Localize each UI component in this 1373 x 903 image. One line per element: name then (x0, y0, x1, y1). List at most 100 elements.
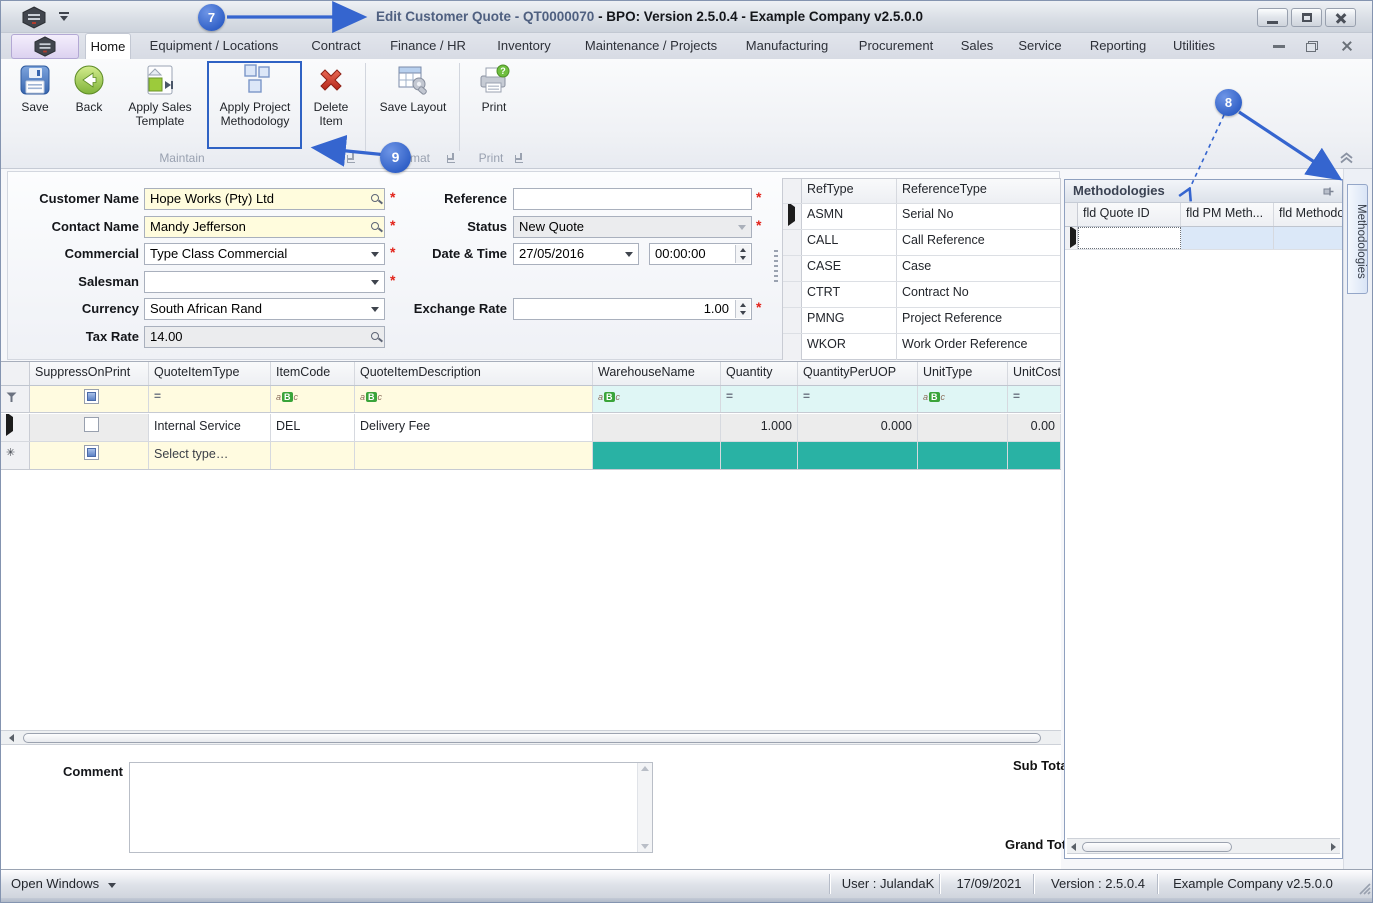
tab-procurement[interactable]: Procurement (851, 33, 941, 59)
table-row[interactable]: PMNG Project Reference (783, 308, 1060, 334)
spinner-down-icon[interactable] (740, 255, 746, 260)
new-cell-quoteitemdescription[interactable] (355, 442, 593, 469)
mdi-minimize-button[interactable] (1273, 33, 1285, 59)
currency-dropdown[interactable]: South African Rand (144, 298, 385, 320)
column-header-quoteitemdescription[interactable]: QuoteItemDescription (355, 362, 593, 385)
filter-itemcode[interactable]: aBc (271, 386, 355, 412)
column-header-unitcost[interactable]: UnitCost (1008, 362, 1061, 385)
customer-name-field[interactable]: Hope Works (Pty) Ltd (144, 188, 385, 210)
column-header-warehousename[interactable]: WarehouseName (593, 362, 721, 385)
filter-quoteitemdescription[interactable]: aBc (355, 386, 593, 412)
spinner-up-icon[interactable] (740, 303, 746, 308)
save-button[interactable]: Save (11, 63, 59, 114)
column-header-quoteitemtype[interactable]: QuoteItemType (149, 362, 271, 385)
methodologies-dock-tab[interactable]: Methodologies (1347, 184, 1368, 294)
filter-quantity[interactable]: = (721, 386, 798, 412)
abc-filter-icon[interactable]: aBc (923, 392, 945, 402)
methodologies-new-row[interactable] (1065, 227, 1342, 250)
filter-unitcost[interactable]: = (1008, 386, 1061, 412)
checkbox-indeterminate-icon[interactable] (84, 445, 99, 461)
dialog-launcher-icon[interactable] (447, 155, 455, 163)
scroll-left-icon[interactable] (9, 734, 14, 742)
checkbox-indeterminate-icon[interactable] (84, 389, 99, 405)
filter-quantityperuop[interactable]: = (798, 386, 918, 412)
tab-manufacturing[interactable]: Manufacturing (739, 33, 835, 59)
methodologies-panel-header[interactable]: Methodologies (1065, 180, 1342, 203)
abc-filter-icon[interactable]: aBc (276, 392, 298, 402)
cell-quoteitemtype[interactable]: Internal Service (149, 414, 271, 441)
tab-sales[interactable]: Sales (955, 33, 999, 59)
column-header-reftype[interactable]: RefType (802, 179, 897, 203)
filter-quoteitemtype[interactable]: = (149, 386, 271, 412)
time-spinner[interactable] (735, 245, 750, 263)
column-header-unittype[interactable]: UnitType (918, 362, 1008, 385)
chevron-down-icon[interactable] (367, 300, 383, 318)
methodologies-hscrollbar[interactable] (1067, 838, 1340, 854)
apply-sales-template-button[interactable]: Apply Sales Template (117, 63, 203, 128)
contact-name-field[interactable]: Mandy Jefferson (144, 216, 385, 238)
spinner-up-icon[interactable] (740, 248, 746, 253)
tax-rate-field[interactable]: 14.00 (144, 326, 385, 348)
exchange-rate-field[interactable]: 1.00 (513, 298, 752, 320)
search-icon[interactable] (371, 194, 379, 202)
methodologies-cell-quote-id[interactable] (1078, 227, 1181, 249)
filter-suppressonprint[interactable] (30, 386, 149, 412)
column-header-fld-quote-id[interactable]: fld Quote ID (1078, 203, 1181, 226)
table-row[interactable]: WKOR Work Order Reference (783, 334, 1060, 360)
chevron-down-icon[interactable] (621, 245, 637, 263)
reference-field[interactable] (513, 188, 752, 210)
filter-row[interactable]: = aBc aBc aBc = = aBc = (1, 386, 1061, 413)
table-row[interactable]: CTRT Contract No (783, 282, 1060, 308)
chevron-down-icon[interactable] (367, 245, 383, 263)
cell-unitcost[interactable]: 0.00 (1008, 414, 1061, 441)
collapse-panel-chevron-icon[interactable] (1338, 151, 1355, 165)
equals-filter-icon[interactable]: = (726, 389, 733, 403)
date-field[interactable]: 27/05/2016 (513, 243, 639, 265)
column-header-quantity[interactable]: Quantity (721, 362, 798, 385)
checkbox-unchecked-icon[interactable] (84, 417, 99, 433)
scrollbar-thumb[interactable] (23, 733, 1041, 743)
table-row[interactable]: ASMN Serial No (783, 204, 1060, 230)
equals-filter-icon[interactable]: = (154, 389, 161, 403)
new-cell-unitcost[interactable] (1008, 442, 1061, 469)
new-item-row[interactable]: ✳ Select type… (1, 442, 1061, 470)
column-header-quantityperuop[interactable]: QuantityPerUOP (798, 362, 918, 385)
cell-quoteitemdescription[interactable]: Delivery Fee (355, 414, 593, 441)
filter-warehousename[interactable]: aBc (593, 386, 721, 412)
cell-warehousename[interactable] (593, 414, 721, 441)
qat-dropdown-icon[interactable] (59, 12, 69, 14)
new-cell-suppressonprint[interactable] (30, 442, 149, 469)
tab-maintenance-projects[interactable]: Maintenance / Projects (575, 33, 727, 59)
delete-item-button[interactable]: Delete Item (304, 63, 358, 128)
tab-equipment-locations[interactable]: Equipment / Locations (139, 33, 289, 59)
tab-service[interactable]: Service (1011, 33, 1069, 59)
search-icon[interactable] (371, 222, 379, 230)
methodologies-cell-pm-meth[interactable] (1181, 227, 1274, 249)
tab-utilities[interactable]: Utilities (1165, 33, 1223, 59)
search-icon[interactable] (371, 332, 379, 340)
methodologies-cell-methodo[interactable] (1274, 227, 1342, 249)
maximize-button[interactable] (1291, 8, 1322, 27)
spinner-down-icon[interactable] (740, 310, 746, 315)
equals-filter-icon[interactable]: = (1013, 389, 1020, 403)
comment-scrollbar[interactable] (637, 763, 652, 852)
scrollbar-thumb[interactable] (1082, 841, 1232, 852)
resize-grip-icon[interactable] (1358, 882, 1371, 895)
minimize-button[interactable] (1257, 8, 1288, 27)
abc-filter-icon[interactable]: aBc (598, 392, 620, 402)
tab-finance-hr[interactable]: Finance / HR (383, 33, 473, 59)
dialog-launcher-icon[interactable] (515, 155, 523, 163)
cell-unittype[interactable] (918, 414, 1008, 441)
table-row[interactable]: CASE Case (783, 256, 1060, 282)
open-windows-dropdown[interactable]: Open Windows (11, 876, 116, 891)
table-row[interactable]: Internal Service DEL Delivery Fee 1.000 … (1, 414, 1061, 442)
equals-filter-icon[interactable]: = (803, 389, 810, 403)
column-header-referencetype[interactable]: ReferenceType (897, 179, 1060, 203)
abc-filter-icon[interactable]: aBc (360, 392, 382, 402)
new-cell-unittype[interactable] (918, 442, 1008, 469)
print-button[interactable]: ? Print (467, 63, 521, 114)
save-layout-button[interactable]: Save Layout (373, 63, 453, 114)
items-grid-hscrollbar[interactable] (1, 730, 1061, 745)
tab-contract[interactable]: Contract (298, 33, 374, 59)
cell-itemcode[interactable]: DEL (271, 414, 355, 441)
